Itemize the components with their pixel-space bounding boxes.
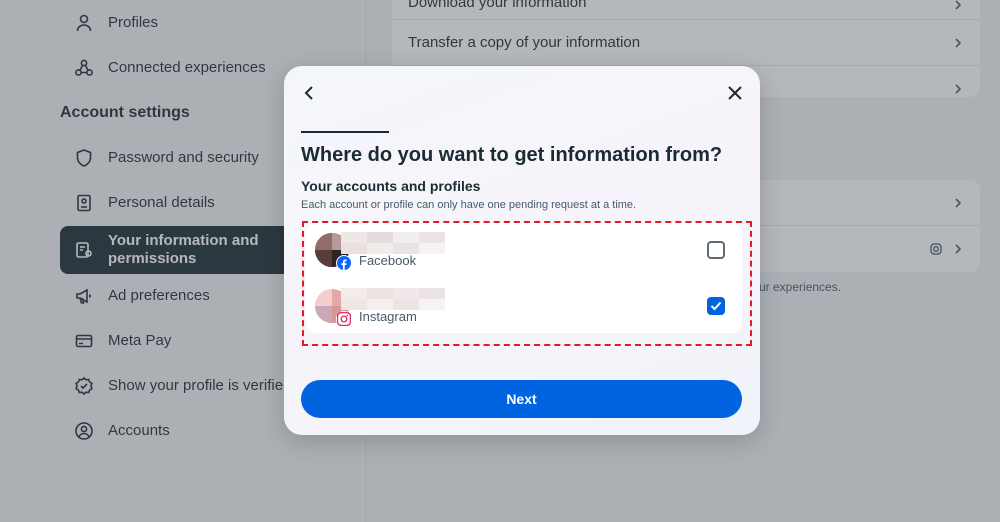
source-selection-dialog: Where do you want to get information fro… [284, 66, 760, 435]
annotation-highlight-box [302, 221, 752, 346]
chevron-left-icon [304, 86, 313, 100]
close-button[interactable] [724, 82, 746, 104]
accounts-subheading: Your accounts and profiles [301, 178, 481, 194]
next-button[interactable]: Next [301, 380, 742, 418]
close-icon [728, 86, 742, 100]
back-button[interactable] [298, 82, 320, 104]
helper-text: Each account or profile can only have on… [301, 199, 637, 211]
step-progress-indicator [301, 131, 389, 133]
dialog-title: Where do you want to get information fro… [301, 144, 723, 166]
